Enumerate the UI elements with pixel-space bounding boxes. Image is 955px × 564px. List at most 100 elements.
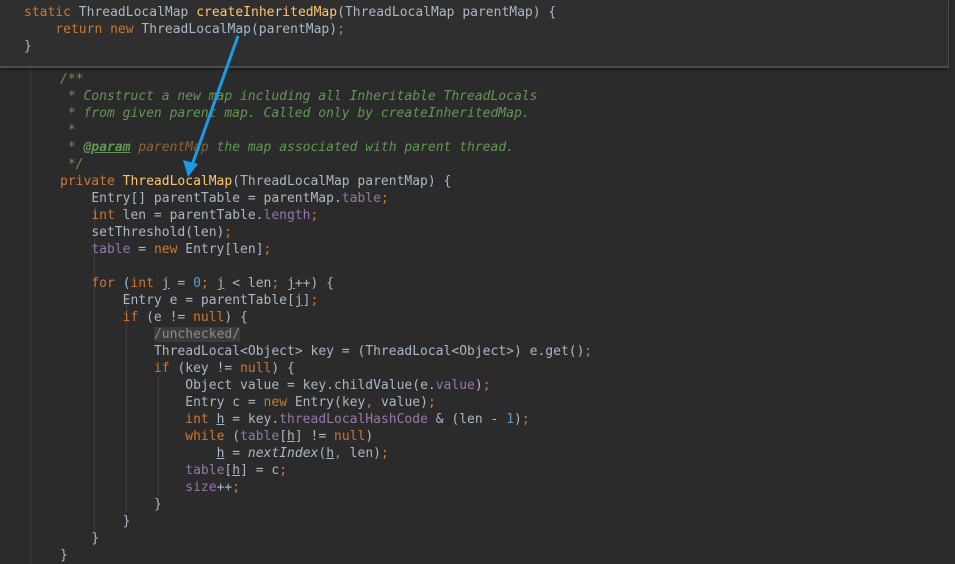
code-token: int	[185, 412, 217, 427]
code-token: }	[60, 548, 68, 563]
code-line: while (table[h] != null)	[60, 428, 592, 445]
code-token: null	[334, 429, 366, 444]
code-token: ;	[380, 191, 389, 206]
code-token: j	[294, 293, 303, 308]
code-token: null	[193, 310, 225, 325]
code-line: Entry[] parentTable = parentMap.table;	[60, 190, 592, 207]
code-line: }	[60, 496, 592, 513]
code-token: h	[232, 463, 241, 478]
code-token: ;	[310, 293, 319, 308]
code-token: ,	[365, 395, 381, 410]
code-token: the map associated with parent thread.	[208, 140, 514, 155]
code-token: Entry e = parentTable[	[122, 293, 295, 308]
code-token: ;	[200, 276, 217, 291]
code-line: h = nextIndex(h, len);	[60, 445, 592, 462]
code-token: 0	[193, 276, 201, 291]
code-line: int len = parentTable.length;	[60, 207, 592, 224]
code-token: while	[185, 429, 233, 444]
code-line: int h = key.threadLocalHashCode & (len -…	[60, 411, 592, 428]
code-token: Entry[len]	[185, 242, 264, 257]
code-line: }	[24, 38, 556, 55]
code-token: if	[153, 361, 178, 376]
code-token: *	[60, 140, 84, 155]
code-token: ] !=	[294, 429, 334, 444]
code-token: j	[161, 276, 170, 291]
code-token: (ThreadLocalMap parentMap) {	[337, 5, 557, 20]
code-line: /**	[60, 71, 592, 88]
code-line: * @param parentMap the map associated wi…	[60, 139, 592, 156]
code-token: =	[224, 446, 248, 461]
code-token: length	[263, 208, 311, 223]
code-token: setThreshold(len)	[91, 225, 225, 240]
code-token: )	[514, 412, 522, 427]
code-line: }	[60, 513, 592, 530]
code-token: )	[474, 378, 483, 393]
code-token: table	[91, 242, 131, 257]
code-line: table[h] = c;	[60, 462, 592, 479]
code-token: size	[185, 480, 217, 495]
code-token: ;	[584, 344, 593, 359]
code-token: new	[263, 395, 295, 410]
code-token: return new	[55, 22, 142, 37]
code-token: j	[287, 276, 295, 291]
code-token: (key !=	[177, 361, 241, 376]
code-line: if (key != null) {	[60, 360, 592, 377]
code-token: ++) {	[294, 276, 334, 291]
code-token: null	[240, 361, 272, 376]
code-token: ;	[310, 208, 319, 223]
code-token: =	[169, 276, 194, 291]
code-token: ;	[224, 225, 233, 240]
code-line: if (e != null) {	[60, 309, 592, 326]
code-token: Entry(key	[294, 395, 366, 410]
code-token: *	[60, 123, 76, 138]
code-token: @param	[83, 140, 131, 155]
gutter-divider	[30, 66, 31, 564]
editor-code[interactable]: /** * Construct a new map including all …	[60, 71, 592, 564]
code-line: table = new Entry[len];	[60, 241, 592, 258]
code-line: ThreadLocal<Object> key = (ThreadLocal<O…	[60, 343, 592, 360]
code-token: Object value = key.childValue(e.	[185, 378, 436, 393]
code-token: & (len -	[427, 412, 507, 427]
code-line: */	[60, 156, 592, 173]
code-line: * from given parent map. Called only by …	[60, 105, 592, 122]
code-token: Entry c =	[185, 395, 264, 410]
code-line: }	[60, 547, 592, 564]
code-line: /unchecked/	[60, 326, 592, 343]
code-token: * Construct a new map including all Inhe…	[60, 89, 538, 104]
code-token: }	[153, 497, 162, 512]
code-token: parentMap	[138, 140, 209, 155]
code-token: ThreadLocalMap(parentMap)	[141, 22, 338, 37]
code-token: table	[185, 463, 225, 478]
code-token: table	[240, 429, 280, 444]
code-token: createInheritedMap	[196, 5, 338, 20]
code-token: value)	[380, 395, 428, 410]
code-line: for (int j = 0; j < len; j++) {	[60, 275, 592, 292]
code-token: }	[24, 39, 32, 54]
code-token: table	[341, 191, 381, 206]
code-token: ;	[279, 463, 288, 478]
code-token: [	[279, 429, 288, 444]
code-token: value	[435, 378, 475, 393]
code-token: private	[60, 174, 123, 189]
code-line: return new ThreadLocalMap(parentMap);	[24, 21, 556, 38]
code-line: Object value = key.childValue(e.value);	[60, 377, 592, 394]
code-token: ;	[232, 480, 241, 495]
code-token: int	[91, 208, 123, 223]
code-token: h	[287, 429, 295, 444]
code-token: /unchecked/	[153, 327, 241, 342]
code-token: ThreadLocalMap	[78, 5, 197, 20]
code-token: }	[91, 531, 100, 546]
code-token: ;	[521, 412, 530, 427]
code-token: ] = c	[240, 463, 280, 478]
code-token: ;	[427, 395, 436, 410]
code-token: int	[130, 276, 162, 291]
code-token: (	[232, 429, 241, 444]
code-token: ;	[337, 22, 345, 37]
code-token: ;	[263, 242, 272, 257]
code-token: ) {	[224, 310, 248, 325]
code-token: len)	[349, 446, 381, 461]
code-token: /**	[60, 72, 84, 87]
code-token: threadLocalHashCode	[279, 412, 428, 427]
code-line: Entry c = new Entry(key, value);	[60, 394, 592, 411]
